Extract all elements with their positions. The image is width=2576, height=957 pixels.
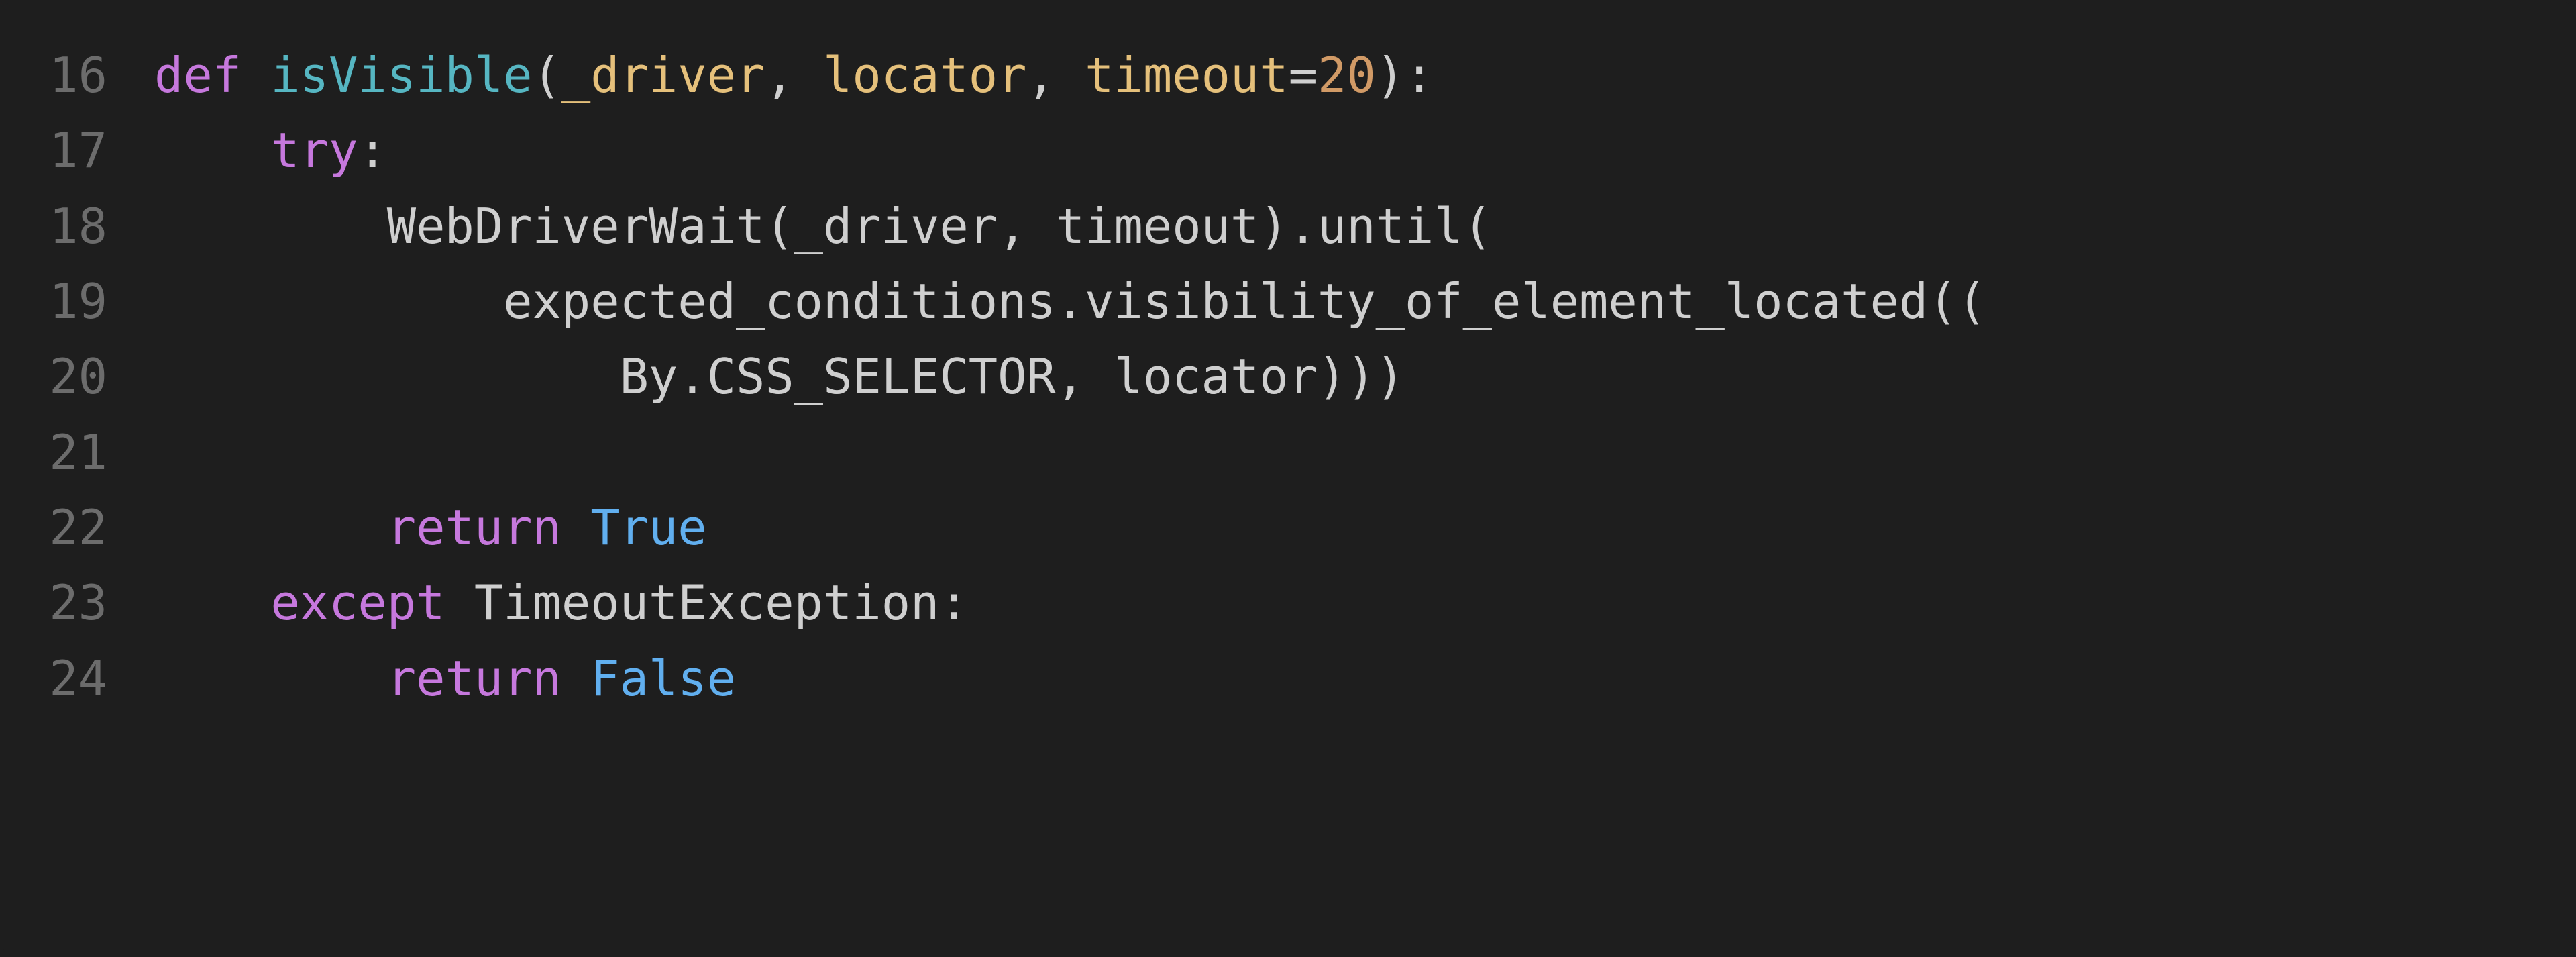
indent <box>154 499 387 556</box>
token: TimeoutException <box>474 574 940 631</box>
token: ): <box>1376 47 1434 103</box>
token: False <box>590 650 736 707</box>
token: isVisible <box>270 47 532 103</box>
token: WebDriverWait <box>387 198 765 254</box>
token: _driver <box>794 198 998 254</box>
token: until <box>1318 198 1463 254</box>
code-content[interactable]: except TimeoutException: <box>154 565 2576 640</box>
line-number: 23 <box>0 565 154 640</box>
token: try <box>270 122 358 179</box>
token: locator <box>823 47 1026 103</box>
token: (( <box>1928 273 1986 330</box>
indent <box>154 273 503 330</box>
token: , <box>1026 47 1085 103</box>
token: ( <box>765 198 794 254</box>
token: return <box>387 650 590 707</box>
token: ( <box>533 47 561 103</box>
code-content[interactable]: try: <box>154 113 2576 188</box>
token: 20 <box>1318 47 1376 103</box>
token: expected_conditions <box>503 273 1056 330</box>
token: : <box>939 574 968 631</box>
code-line[interactable]: 20 By.CSS_SELECTOR, locator))) <box>0 339 2576 414</box>
line-number: 22 <box>0 490 154 565</box>
indent <box>154 198 387 254</box>
code-line[interactable]: 18 WebDriverWait(_driver, timeout).until… <box>0 189 2576 264</box>
token: : <box>358 122 386 179</box>
indent <box>154 122 270 179</box>
code-line[interactable]: 21 <box>0 415 2576 490</box>
code-content[interactable]: WebDriverWait(_driver, timeout).until( <box>154 189 2576 264</box>
line-number: 18 <box>0 189 154 264</box>
token: True <box>590 499 706 556</box>
code-content[interactable]: return False <box>154 641 2576 716</box>
code-editor[interactable]: 16def isVisible(_driver, locator, timeou… <box>0 0 2576 957</box>
token: return <box>387 499 590 556</box>
indent <box>154 574 270 631</box>
token: timeout <box>1085 47 1288 103</box>
line-number: 21 <box>0 415 154 490</box>
indent <box>154 650 387 707</box>
code-content[interactable]: expected_conditions.visibility_of_elemen… <box>154 264 2576 339</box>
code-line[interactable]: 23 except TimeoutException: <box>0 565 2576 640</box>
code-line[interactable]: 22 return True <box>0 490 2576 565</box>
token: locator <box>1114 348 1318 405</box>
code-content[interactable]: return True <box>154 490 2576 565</box>
code-content[interactable]: def isVisible(_driver, locator, timeout=… <box>154 38 2576 113</box>
token: By <box>620 348 678 405</box>
token: . <box>678 348 706 405</box>
token: ))) <box>1318 348 1405 405</box>
code-line[interactable]: 19 expected_conditions.visibility_of_ele… <box>0 264 2576 339</box>
code-line[interactable]: 24 return False <box>0 641 2576 716</box>
line-number: 16 <box>0 38 154 113</box>
token: except <box>270 574 474 631</box>
token: , <box>1056 348 1114 405</box>
token: = <box>1289 47 1318 103</box>
token: CSS_SELECTOR <box>707 348 1056 405</box>
token: def <box>154 47 270 103</box>
token: _driver <box>561 47 765 103</box>
code-line[interactable]: 17 try: <box>0 113 2576 188</box>
token: , <box>765 47 823 103</box>
line-number: 17 <box>0 113 154 188</box>
token: timeout <box>1056 198 1259 254</box>
line-number: 20 <box>0 339 154 414</box>
indent <box>154 348 620 405</box>
token: ). <box>1259 198 1318 254</box>
token: visibility_of_element_located <box>1085 273 1928 330</box>
token: ( <box>1463 198 1492 254</box>
token: . <box>1056 273 1085 330</box>
code-content[interactable]: By.CSS_SELECTOR, locator))) <box>154 339 2576 414</box>
line-number: 19 <box>0 264 154 339</box>
code-line[interactable]: 16def isVisible(_driver, locator, timeou… <box>0 38 2576 113</box>
token: , <box>998 198 1056 254</box>
line-number: 24 <box>0 641 154 716</box>
